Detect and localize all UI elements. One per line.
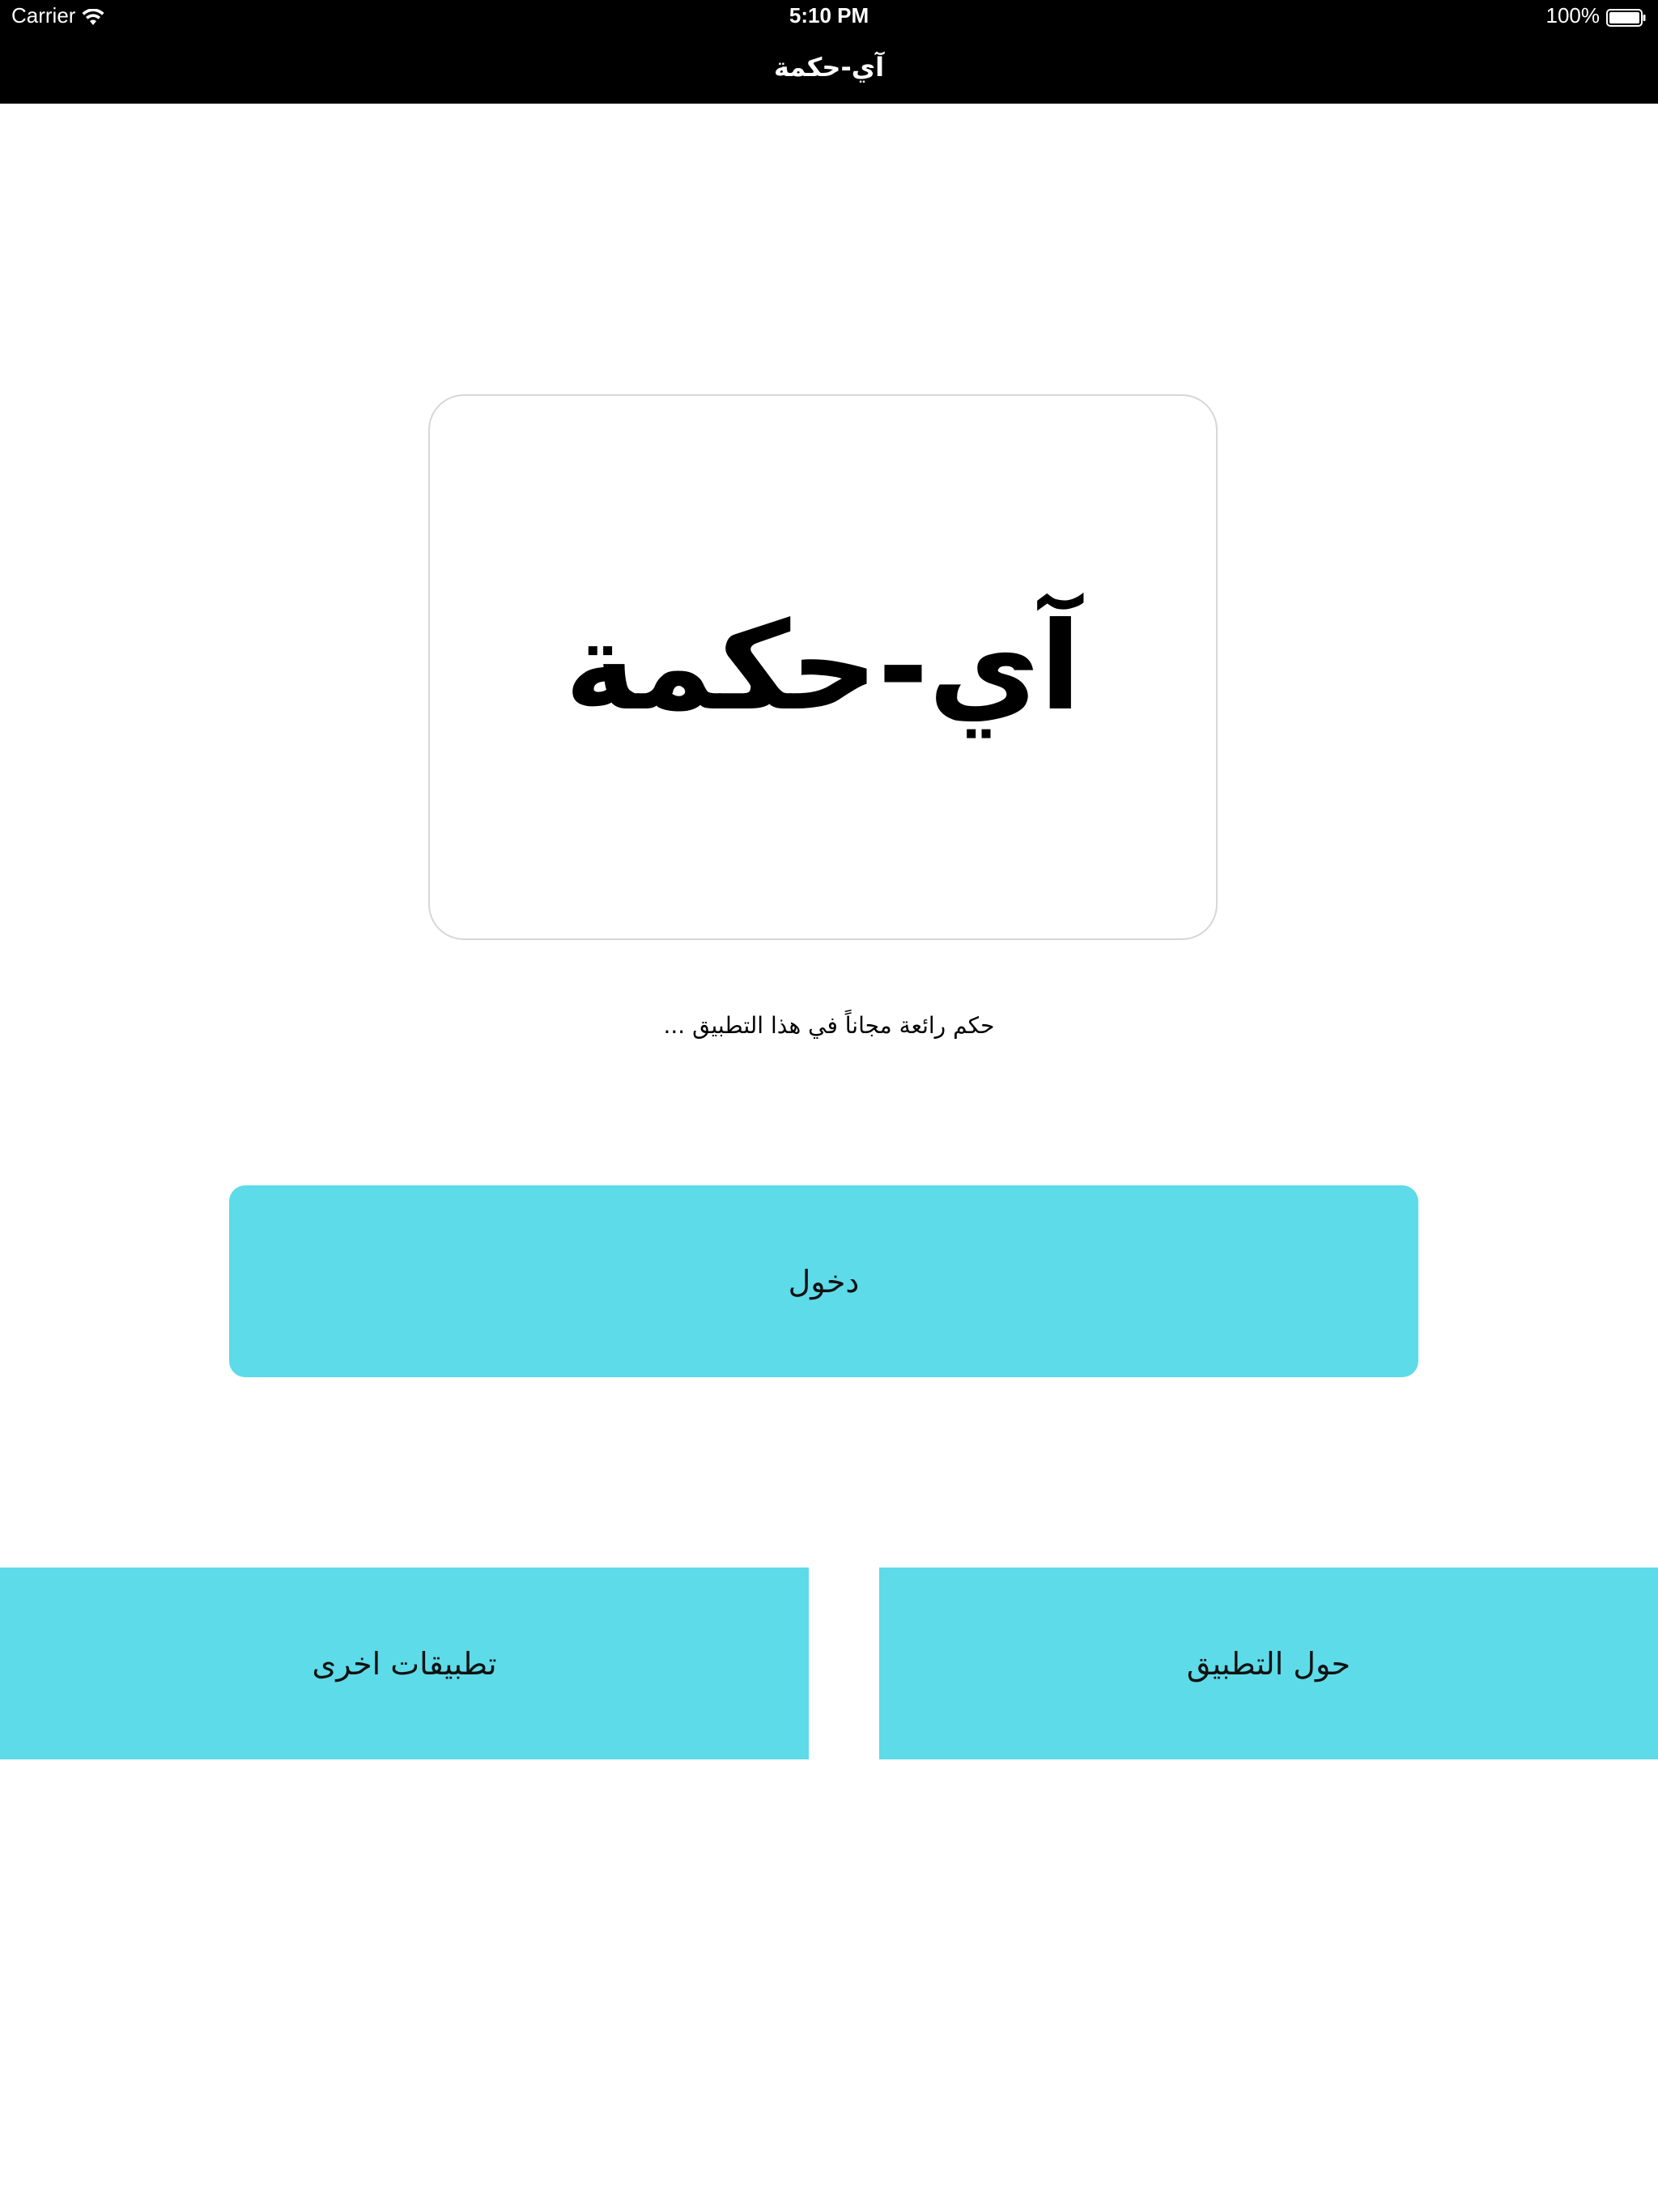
about-app-button[interactable]: حول التطبيق bbox=[879, 1568, 1658, 1759]
nav-title: آي-حكمة bbox=[773, 52, 885, 83]
about-app-button-label: حول التطبيق bbox=[1186, 1645, 1351, 1682]
tagline: حكم رائعة مجاناً في هذا التطبيق ... bbox=[663, 1012, 995, 1039]
other-apps-button-label: تطبيقات اخرى bbox=[312, 1645, 497, 1682]
battery-icon bbox=[1606, 7, 1647, 27]
status-time: 5:10 PM bbox=[789, 3, 869, 28]
other-apps-button[interactable]: تطبيقات اخرى bbox=[0, 1568, 809, 1759]
app-logo: آي-حكمة bbox=[564, 597, 1082, 738]
enter-button-label: دخول bbox=[788, 1263, 860, 1300]
battery-percent: 100% bbox=[1545, 3, 1601, 28]
top-bar: Carrier 5:10 PM 100% آي-حكمة bbox=[0, 0, 1658, 104]
app-screen: Carrier 5:10 PM 100% آي-حكمة آي-حكمة حكم… bbox=[0, 0, 1658, 2212]
enter-button[interactable]: دخول bbox=[229, 1185, 1418, 1377]
logo-card: آي-حكمة bbox=[428, 394, 1218, 940]
status-battery: 100% bbox=[1546, 3, 1647, 28]
